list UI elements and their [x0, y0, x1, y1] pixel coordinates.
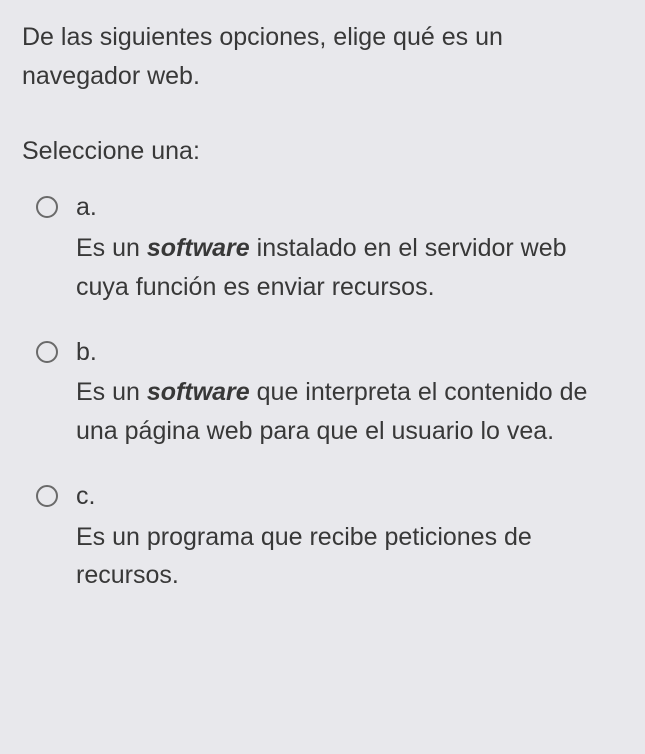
- option-c-label: c.: [76, 477, 623, 516]
- option-a-content: a. Es un software instalado en el servid…: [76, 188, 623, 306]
- select-prompt: Seleccione una:: [22, 132, 623, 171]
- option-c[interactable]: c. Es un programa que recibe peticiones …: [22, 477, 623, 595]
- radio-c[interactable]: [36, 485, 58, 507]
- option-a-text: Es un software instalado en el servidor …: [76, 234, 567, 301]
- option-b-text: Es un software que interpreta el conteni…: [76, 378, 587, 445]
- option-c-text: Es un programa que recibe peticiones de …: [76, 523, 532, 590]
- option-a-label: a.: [76, 188, 623, 227]
- radio-a[interactable]: [36, 196, 58, 218]
- question-text: De las siguientes opciones, elige qué es…: [22, 18, 623, 96]
- option-a[interactable]: a. Es un software instalado en el servid…: [22, 188, 623, 306]
- option-b-content: b. Es un software que interpreta el cont…: [76, 333, 623, 451]
- option-b[interactable]: b. Es un software que interpreta el cont…: [22, 333, 623, 451]
- option-c-content: c. Es un programa que recibe peticiones …: [76, 477, 623, 595]
- radio-b[interactable]: [36, 341, 58, 363]
- option-b-label: b.: [76, 333, 623, 372]
